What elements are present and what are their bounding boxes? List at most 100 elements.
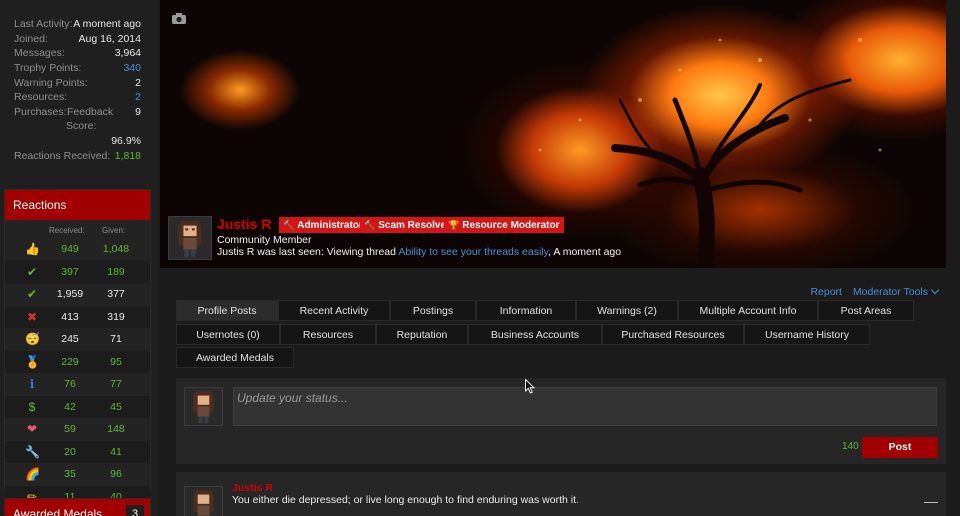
cross-icon: ✖ bbox=[26, 309, 38, 324]
reaction-received-count[interactable]: 1,959 bbox=[55, 288, 85, 300]
stat-value: 1,818 bbox=[114, 150, 141, 162]
report-link[interactable]: Report bbox=[810, 286, 842, 298]
stat-label: Reactions Received: bbox=[14, 150, 111, 162]
post-body: You either die depressed; or live long e… bbox=[232, 494, 579, 506]
status-input[interactable] bbox=[233, 387, 937, 426]
profile-banner: Justis R 🔨 Administrator 🔨 Scam Resolver 🏆… bbox=[160, 0, 946, 268]
reaction-given-count[interactable]: 45 bbox=[101, 401, 131, 413]
reaction-given-count[interactable]: 95 bbox=[101, 356, 131, 368]
tab-information[interactable]: Information bbox=[476, 300, 576, 321]
profile-sidebar: Last Activity: A moment ago Joined: Aug … bbox=[0, 0, 158, 516]
reaction-received-count[interactable]: 397 bbox=[55, 266, 85, 278]
tab-reputation[interactable]: Reputation bbox=[376, 324, 468, 345]
tab-username-history[interactable]: Username History bbox=[744, 324, 870, 345]
moderator-tools-menu[interactable]: Moderator Tools bbox=[853, 285, 940, 298]
badge-scam-resolver: 🔨 Scam Resolver bbox=[360, 217, 455, 233]
tab-post-areas[interactable]: Post Areas bbox=[818, 300, 914, 321]
received-column-header: Received: bbox=[49, 226, 85, 235]
character-counter: 140 bbox=[842, 441, 859, 452]
awarded-medals-heading[interactable]: Awarded Medals 3 bbox=[5, 499, 150, 516]
chevron-down-icon bbox=[930, 285, 940, 295]
stat-joined: Joined: Aug 16, 2014 bbox=[14, 33, 141, 47]
reaction-received-count[interactable]: 20 bbox=[55, 446, 85, 458]
reaction-received-count[interactable]: 413 bbox=[55, 311, 85, 323]
user-title: Community Member bbox=[217, 234, 312, 246]
stat-label: Resources: bbox=[14, 91, 68, 103]
reaction-row: ✔ 397 189 bbox=[5, 260, 150, 283]
last-seen-line: Justis R was last seen: Viewing thread A… bbox=[217, 246, 621, 258]
reaction-row: $42 45 bbox=[5, 395, 150, 418]
badge-label: Scam Resolver bbox=[378, 220, 450, 231]
post-menu-handle[interactable] bbox=[924, 502, 938, 503]
stat-label: Feedback bbox=[67, 106, 114, 118]
last-seen-suffix: , A moment ago bbox=[548, 246, 622, 258]
badge-administrator: 🔨 Administrator bbox=[279, 217, 368, 233]
reaction-received-count[interactable]: 42 bbox=[55, 401, 85, 413]
reaction-received-count[interactable]: 949 bbox=[55, 243, 85, 255]
reaction-row: ✖ 413 319 bbox=[5, 305, 150, 328]
reaction-received-count[interactable]: 35 bbox=[55, 468, 85, 480]
stat-label: Last Activity: bbox=[14, 18, 73, 30]
awarded-medals-panel[interactable]: Awarded Medals 3 bbox=[4, 498, 151, 516]
reaction-given-count[interactable]: 377 bbox=[101, 288, 131, 300]
mouse-cursor-icon bbox=[525, 379, 536, 394]
stat-value-link[interactable]: 340 bbox=[123, 62, 141, 74]
last-seen-thread-link[interactable]: Ability to see your threads easily bbox=[398, 246, 548, 258]
feedback-score-value[interactable]: 96.9% bbox=[111, 135, 141, 147]
stat-last-activity: Last Activity: A moment ago bbox=[14, 18, 141, 32]
tab-postings[interactable]: Postings bbox=[390, 300, 476, 321]
reaction-row: 🔧 20 41 bbox=[5, 440, 150, 463]
gavel-icon: 🔨 bbox=[364, 220, 376, 230]
post-author-link[interactable]: Justis R bbox=[232, 482, 273, 494]
status-update-box: 140 Post bbox=[176, 378, 946, 464]
reaction-given-count[interactable]: 77 bbox=[101, 378, 131, 390]
reaction-row: 😴 245 71 bbox=[5, 328, 150, 350]
dollar-icon: $ bbox=[28, 399, 36, 414]
last-seen-prefix: Justis R was last seen: Viewing thread bbox=[217, 246, 399, 258]
badge-label: Resource Moderator bbox=[462, 220, 560, 231]
reaction-row: ❤ 59 148 bbox=[5, 418, 150, 440]
reaction-received-count[interactable]: 76 bbox=[55, 378, 85, 390]
avatar[interactable] bbox=[184, 387, 223, 426]
stat-purchases: Purchases: Feedback 9 bbox=[14, 106, 141, 120]
tab-recent-activity[interactable]: Recent Activity bbox=[278, 300, 390, 321]
medals-count-badge: 3 bbox=[126, 505, 144, 516]
camera-icon[interactable] bbox=[172, 13, 186, 24]
post-button[interactable]: Post bbox=[862, 437, 938, 458]
gavel-icon: 🔨 bbox=[283, 220, 295, 230]
tab-business-accounts[interactable]: Business Accounts bbox=[468, 324, 602, 345]
stat-value: 9 bbox=[135, 106, 141, 118]
reaction-given-count[interactable]: 1,048 bbox=[101, 243, 131, 255]
reaction-row: ℹ 76 77 bbox=[5, 373, 150, 395]
avatar-image bbox=[193, 391, 214, 424]
stat-label: Score: bbox=[66, 120, 97, 132]
reaction-given-count[interactable]: 96 bbox=[101, 468, 131, 480]
reaction-given-count[interactable]: 319 bbox=[101, 311, 131, 323]
stat-label: Joined: bbox=[14, 33, 48, 45]
reaction-given-count[interactable]: 41 bbox=[101, 446, 131, 458]
reaction-given-count[interactable]: 189 bbox=[101, 266, 131, 278]
stat-value-link[interactable]: 2 bbox=[135, 91, 141, 103]
stat-value[interactable]: 3,964 bbox=[115, 47, 141, 59]
medal-icon: 🏅 bbox=[25, 354, 40, 369]
reaction-given-count[interactable]: 148 bbox=[101, 423, 131, 435]
avatar[interactable] bbox=[168, 216, 212, 260]
info-icon: ℹ bbox=[29, 377, 35, 391]
tab-multiple-account-info[interactable]: Multiple Account Info bbox=[678, 300, 818, 321]
reaction-received-count[interactable]: 59 bbox=[55, 423, 85, 435]
profile-post: Justis R You either die depressed; or li… bbox=[176, 472, 946, 516]
tab-profile-posts[interactable]: Profile Posts bbox=[176, 300, 278, 321]
reaction-given-count[interactable]: 71 bbox=[101, 333, 131, 345]
tab-warnings[interactable]: Warnings (2) bbox=[576, 300, 678, 321]
tab-resources[interactable]: Resources bbox=[280, 324, 376, 345]
tab-awarded-medals[interactable]: Awarded Medals bbox=[176, 347, 294, 368]
awarded-medals-label: Awarded Medals bbox=[13, 507, 103, 516]
reaction-received-count[interactable]: 245 bbox=[55, 333, 85, 345]
tab-usernotes[interactable]: Usernotes (0) bbox=[176, 324, 280, 345]
tab-purchased-resources[interactable]: Purchased Resources bbox=[602, 324, 744, 345]
avatar[interactable] bbox=[184, 486, 223, 516]
reactions-panel: Reactions Received: Given: 👍 949 1,048 ✔ 397… bbox=[4, 189, 151, 508]
reaction-received-count[interactable]: 229 bbox=[55, 356, 85, 368]
check-icon: ✔ bbox=[26, 264, 38, 279]
stat-value: A moment ago bbox=[73, 18, 141, 30]
